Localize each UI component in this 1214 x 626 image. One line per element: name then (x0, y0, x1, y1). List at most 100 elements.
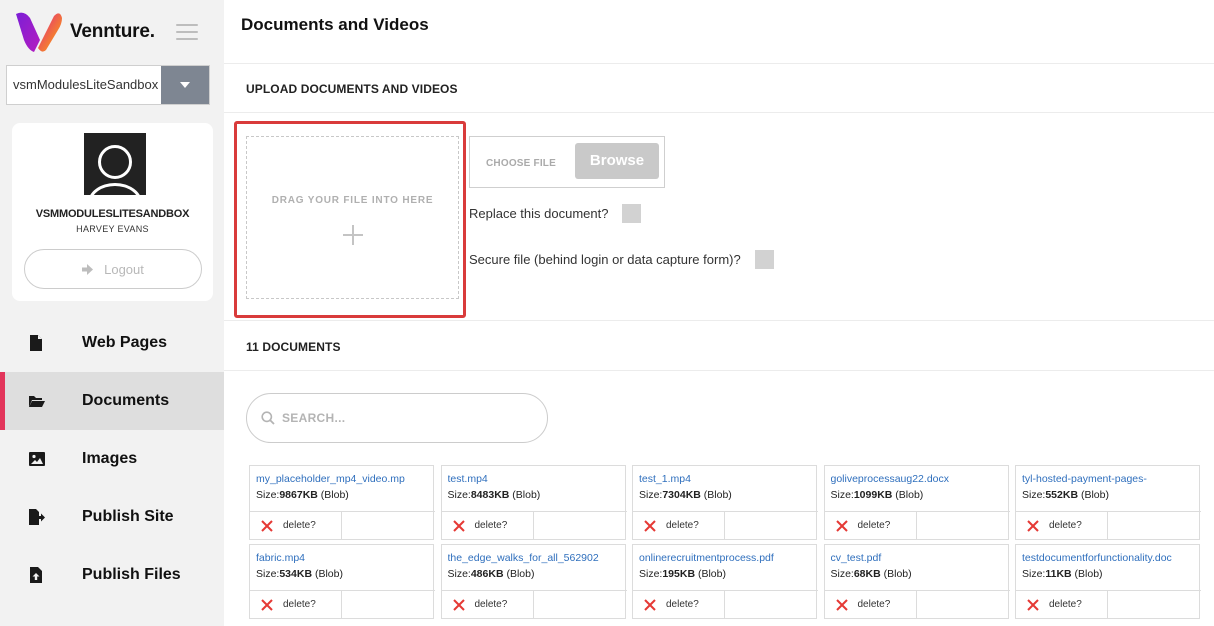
size-value: 486 (470, 568, 489, 580)
replace-document-checkbox[interactable] (622, 204, 642, 223)
sidebar-item-label: Web Pages (82, 334, 168, 351)
storage-type: (Blob) (892, 489, 924, 501)
delete-button[interactable]: delete? (825, 512, 917, 539)
delete-button[interactable]: delete? (442, 512, 534, 539)
document-size: Size:68KB (Blob) (831, 568, 912, 580)
size-prefix: Size: (639, 568, 663, 580)
delete-label: delete? (474, 599, 508, 610)
size-prefix: Size: (447, 489, 471, 501)
document-name-link[interactable]: cv_test.pdf (831, 552, 1007, 564)
size-prefix: Size: (1022, 568, 1046, 580)
document-card: testdocumentforfunctionality.doc Size:11K… (1015, 544, 1201, 619)
brand-name: Vennture. (70, 21, 155, 42)
document-actions: delete? (441, 511, 627, 539)
delete-button[interactable]: delete? (250, 512, 342, 539)
document-name-link[interactable]: testdocumentforfunctionality.doc (1022, 552, 1198, 564)
document-name-link[interactable]: onlinerecruitmentprocess.pdf (639, 552, 815, 564)
size-prefix: Size: (447, 568, 471, 580)
delete-button[interactable]: delete? (633, 591, 725, 618)
size-value: 68 (853, 568, 866, 580)
document-actions: delete? (441, 590, 627, 618)
delete-label: delete? (474, 520, 508, 531)
brand[interactable]: Vennture. (14, 10, 155, 54)
close-icon (835, 598, 848, 611)
sidebar-item-publish-site[interactable]: Publish Site (0, 488, 224, 546)
size-unit: KB (865, 568, 881, 580)
delete-button[interactable]: delete? (442, 591, 534, 618)
divider (224, 370, 1214, 371)
document-name-link[interactable]: the_edge_walks_for_all_562902 (448, 552, 624, 564)
secure-file-checkbox[interactable] (754, 250, 774, 269)
document-name-link[interactable]: test.mp4 (448, 473, 624, 485)
search-input[interactable]: SEARCH... (246, 393, 548, 443)
delete-button[interactable]: delete? (1016, 512, 1108, 539)
file-upload-icon (30, 567, 42, 583)
browse-button[interactable]: Browse (575, 143, 659, 179)
document-card: test_1.mp4 Size:7304KB (Blob) delete? (632, 465, 818, 540)
site-selector-dropdown-button[interactable] (161, 66, 209, 104)
document-name-link[interactable]: tyl-hosted-payment-pages- (1022, 473, 1198, 485)
size-value: 8483 (470, 489, 495, 501)
delete-label: delete? (666, 520, 699, 531)
size-value: 534 (279, 568, 297, 580)
delete-label: delete? (283, 599, 316, 610)
document-card: tyl-hosted-payment-pages- Size:552KB (Blo… (1015, 465, 1201, 540)
document-size: Size:195KB (Blob) (639, 568, 726, 580)
avatar (84, 133, 146, 195)
size-prefix: Size: (639, 489, 663, 501)
hamburger-menu-icon[interactable] (176, 24, 198, 42)
document-actions: delete? (824, 511, 1010, 539)
document-name-link[interactable]: my_placeholder_mp4_video.mp (256, 473, 432, 485)
secure-file-option: Secure file (behind login or data captur… (469, 250, 774, 269)
site-selector[interactable]: vsmModulesLiteSandbox (6, 65, 210, 105)
logout-button[interactable]: Logout (24, 249, 202, 289)
sidebar-item-images[interactable]: Images (0, 430, 224, 488)
size-prefix: Size: (830, 489, 854, 501)
close-icon (1027, 598, 1039, 611)
folder-open-icon (29, 396, 45, 407)
file-chooser[interactable]: CHOOSE FILE Browse (469, 136, 665, 188)
sidebar-item-web-pages[interactable]: Web Pages (0, 314, 224, 372)
user-icon (98, 145, 132, 179)
document-name-link[interactable]: test_1.mp4 (639, 473, 815, 485)
replace-document-option: Replace this document? (469, 204, 642, 223)
file-drop-zone[interactable]: DRAG YOUR FILE INTO HERE (246, 136, 459, 299)
drop-zone-label: DRAG YOUR FILE INTO HERE (271, 195, 434, 206)
document-size: Size:7304KB (Blob) (639, 489, 732, 501)
close-icon (644, 598, 656, 611)
size-unit: KB (494, 489, 510, 501)
document-name-link[interactable]: fabric.mp4 (256, 552, 432, 564)
document-size: Size:552KB (Blob) (1022, 489, 1109, 501)
storage-type: (Blob) (312, 568, 343, 580)
chevron-down-icon (180, 82, 190, 88)
storage-type: (Blob) (503, 568, 535, 580)
plus-icon (343, 225, 363, 245)
document-name-link[interactable]: goliveprocessaug22.docx (831, 473, 1007, 485)
delete-button[interactable]: delete? (825, 591, 917, 618)
delete-button[interactable]: delete? (250, 591, 342, 618)
close-icon (261, 598, 273, 611)
document-actions: delete? (633, 511, 818, 539)
close-icon (452, 598, 465, 611)
delete-button[interactable]: delete? (1016, 591, 1108, 618)
delete-button[interactable]: delete? (633, 512, 725, 539)
storage-type: (Blob) (695, 568, 726, 580)
delete-label: delete? (857, 520, 891, 531)
sidebar-item-publish-files[interactable]: Publish Files (0, 546, 224, 604)
sidebar-item-documents[interactable]: Documents (0, 372, 224, 430)
close-icon (835, 519, 848, 532)
search-icon (261, 411, 275, 425)
size-unit: KB (1056, 568, 1072, 580)
size-value: 195 (662, 568, 680, 580)
sidebar-item-label: Documents (82, 392, 170, 409)
size-prefix: Size: (256, 568, 280, 580)
documents-grid: my_placeholder_mp4_video.mp Size:9867KB (… (249, 465, 1204, 626)
delete-label: delete? (1049, 599, 1082, 610)
document-card: the_edge_walks_for_all_562902 Size:486KB … (440, 544, 627, 619)
sidebar-item-label: Publish Files (82, 566, 181, 583)
close-icon (261, 519, 273, 532)
document-actions: delete? (1016, 590, 1201, 618)
storage-type: (Blob) (509, 489, 541, 501)
size-value: 552 (1045, 489, 1063, 501)
size-unit: KB (296, 568, 313, 580)
